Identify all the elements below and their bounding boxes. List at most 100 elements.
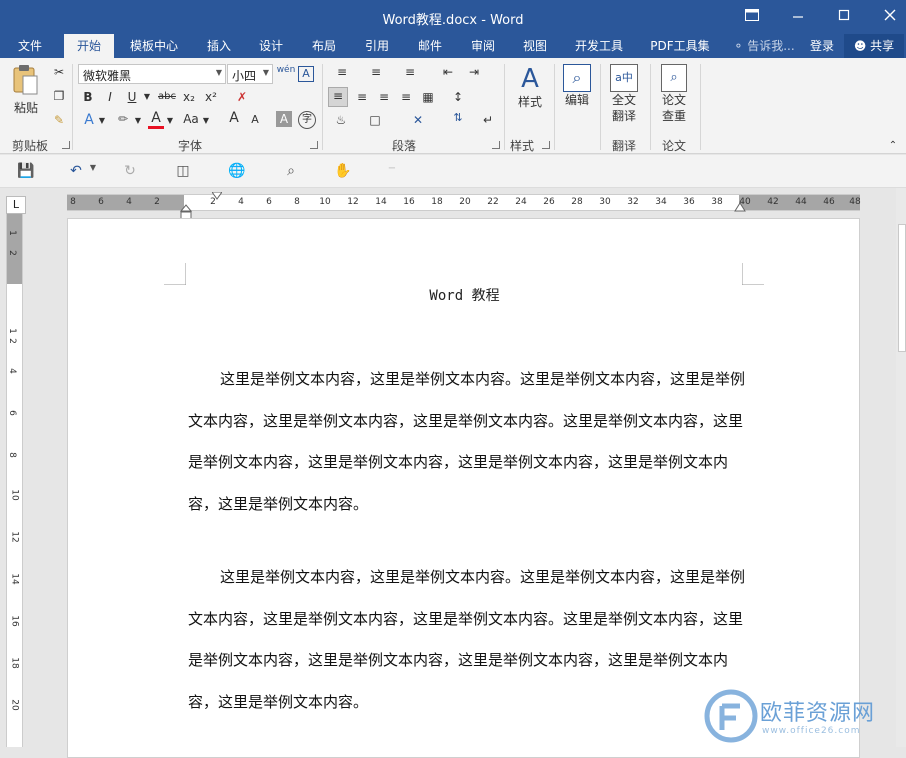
bullets-icon[interactable]: ≡	[330, 64, 354, 80]
distributed-icon[interactable]: ▦	[418, 89, 438, 105]
ruler-number: 12	[347, 197, 359, 207]
document-page[interactable]: Word 教程 这里是举例文本内容，这里是举例文本内容。这里是举例文本内容，这里…	[67, 218, 860, 758]
strikethrough-button[interactable]: abc	[156, 89, 178, 105]
tab-view[interactable]: 视图	[514, 34, 556, 58]
redo-icon[interactable]: ↻	[120, 163, 140, 181]
tab-file[interactable]: 文件	[8, 34, 52, 58]
tab-mailings[interactable]: 邮件	[409, 34, 451, 58]
underline-button[interactable]: U	[124, 89, 140, 105]
editing-button[interactable]: ⌕ 编辑	[560, 64, 594, 108]
ruler-number: 2	[6, 250, 17, 256]
undo-icon[interactable]: ↶	[66, 163, 86, 181]
subscript-button[interactable]: x₂	[180, 89, 198, 105]
divider	[650, 64, 651, 150]
tab-references[interactable]: 引用	[356, 34, 398, 58]
touch-mode-icon[interactable]: ✋	[332, 163, 354, 181]
share-button[interactable]: ☻ 共享	[844, 34, 904, 58]
format-painter-icon[interactable]: ✎	[50, 112, 68, 128]
bold-button[interactable]: B	[80, 89, 96, 105]
save-icon[interactable]: 💾	[16, 163, 36, 181]
tab-pdf-tools[interactable]: PDF工具集	[642, 34, 718, 58]
minimize-button[interactable]	[786, 6, 810, 28]
tab-home[interactable]: 开始	[64, 34, 114, 58]
increase-indent-icon[interactable]: ⇥	[464, 64, 484, 80]
character-border-button[interactable]: A	[298, 66, 314, 82]
collapse-ribbon-icon[interactable]: ⌃	[886, 138, 900, 154]
tab-developer[interactable]: 开发工具	[566, 34, 632, 58]
font-size-combo[interactable]: 小四 ▼	[227, 64, 273, 84]
phonetic-guide-button[interactable]: wén	[276, 62, 296, 78]
shading-icon[interactable]: ♨	[330, 112, 352, 128]
paper-check-button[interactable]: ⌕ 论文 查重	[654, 64, 694, 124]
styles-button[interactable]: A 样式	[510, 64, 550, 110]
maximize-button[interactable]	[832, 6, 856, 28]
tab-layout[interactable]: 布局	[303, 34, 345, 58]
ruler-number: 8	[6, 452, 17, 458]
sort-icon[interactable]: ⇅	[448, 110, 468, 126]
enclose-character-button[interactable]: 字	[298, 111, 316, 129]
styles-launcher-icon[interactable]	[542, 141, 550, 149]
justify-icon[interactable]: ≡	[396, 89, 416, 105]
close-button[interactable]	[878, 6, 902, 28]
title-bar: Word教程.docx - Word	[0, 0, 906, 34]
print-preview-icon[interactable]: ⌕	[280, 163, 302, 181]
chevron-down-icon: ▼	[215, 68, 222, 77]
align-right-icon[interactable]: ≡	[374, 89, 394, 105]
superscript-button[interactable]: x²	[202, 89, 220, 105]
tell-me-box[interactable]: ⚬ 告诉我...	[730, 34, 798, 58]
borders-icon[interactable]: □	[364, 112, 386, 128]
chevron-down-icon[interactable]: ▼	[166, 113, 174, 129]
change-case-button[interactable]: Aa	[180, 111, 202, 127]
full-translate-button[interactable]: a中 全文 翻译	[604, 64, 644, 124]
right-indent-marker[interactable]	[734, 202, 746, 212]
vertical-ruler[interactable]: 1 2 1 2 4 6 8 10 12 14 16 18 20	[6, 214, 23, 747]
ribbon-display-icon[interactable]	[740, 6, 764, 28]
chinese-layout-icon[interactable]: ✕	[406, 112, 430, 128]
tab-review[interactable]: 审阅	[462, 34, 504, 58]
first-line-indent-marker[interactable]	[212, 192, 222, 202]
text-effects-icon[interactable]: A	[80, 112, 98, 128]
ruler-number: 4	[238, 197, 244, 207]
grow-font-button[interactable]: A	[226, 110, 242, 126]
font-group-label: 字体	[177, 139, 202, 153]
tab-design[interactable]: 设计	[250, 34, 292, 58]
chevron-down-icon[interactable]: ▼	[142, 89, 152, 105]
magnifier-icon: ⌕	[563, 64, 591, 92]
cut-icon[interactable]: ✂	[50, 64, 68, 80]
font-name-combo[interactable]: 微软雅黑 ▼	[78, 64, 226, 84]
customize-qat-icon[interactable]: −	[386, 163, 398, 181]
multilevel-list-icon[interactable]: ≡	[398, 64, 422, 80]
clear-formatting-icon[interactable]: ✗	[232, 89, 252, 105]
divider	[322, 64, 323, 150]
numbering-icon[interactable]: ≡	[364, 64, 388, 80]
paste-button[interactable]: 粘贴	[8, 64, 44, 122]
clipboard-launcher-icon[interactable]	[62, 141, 70, 149]
tab-selector[interactable]: L	[6, 196, 26, 214]
person-icon: ☻	[853, 39, 867, 53]
italic-button[interactable]: I	[102, 89, 118, 105]
tab-template-center[interactable]: 模板中心	[122, 34, 186, 58]
web-layout-icon[interactable]: 🌐	[226, 163, 248, 181]
read-mode-icon[interactable]: ◫	[172, 163, 194, 181]
scrollbar-thumb[interactable]	[898, 224, 906, 352]
align-left-icon[interactable]: ≡	[328, 87, 348, 107]
highlight-icon[interactable]: ✏	[112, 111, 134, 127]
font-launcher-icon[interactable]	[310, 141, 318, 149]
copy-icon[interactable]: ❐	[50, 88, 68, 104]
line-spacing-icon[interactable]: ↕	[446, 89, 470, 105]
tab-insert[interactable]: 插入	[198, 34, 240, 58]
chevron-down-icon[interactable]: ▼	[134, 113, 142, 129]
font-color-button[interactable]: A	[148, 110, 164, 129]
chevron-down-icon[interactable]: ▼	[88, 163, 98, 181]
chevron-down-icon[interactable]: ▼	[98, 113, 106, 129]
align-center-icon[interactable]: ≡	[352, 89, 372, 105]
character-shading-button[interactable]: A	[276, 111, 292, 127]
login-link[interactable]: 登录	[804, 34, 840, 58]
shrink-font-button[interactable]: A	[248, 112, 262, 128]
show-marks-icon[interactable]: ↵	[480, 112, 496, 128]
chevron-down-icon[interactable]: ▼	[202, 113, 210, 129]
translate-group-label: 翻译	[611, 139, 636, 153]
ruler-margin-top	[7, 214, 22, 284]
paragraph-launcher-icon[interactable]	[492, 141, 500, 149]
decrease-indent-icon[interactable]: ⇤	[438, 64, 458, 80]
